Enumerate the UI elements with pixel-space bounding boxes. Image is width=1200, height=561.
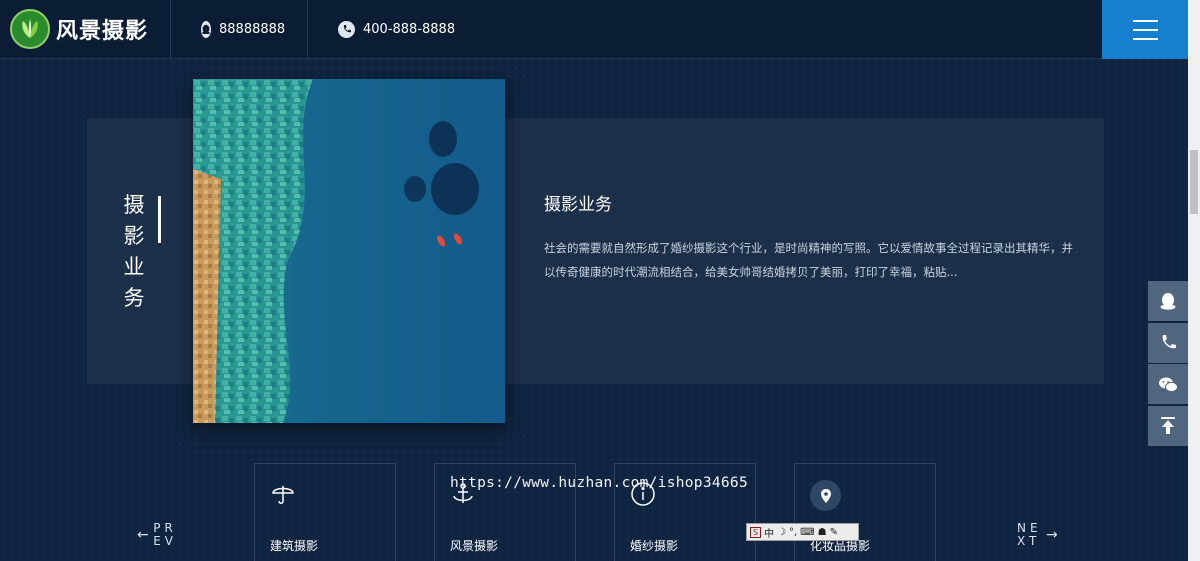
phone-icon: [338, 20, 355, 38]
prev-button[interactable]: ← PR EV: [137, 522, 177, 548]
logo[interactable]: 风景摄影: [0, 0, 171, 58]
service-description: 社会的需要就自然形成了婚纱摄影这个行业，是时尚精神的写照。它以爱情故事全过程记录…: [544, 241, 1073, 279]
umbrella-icon: [269, 480, 297, 508]
brand-name: 风景摄影: [56, 18, 149, 44]
phone-contact[interactable]: 400-888-8888: [308, 0, 479, 58]
wechat-icon: [1159, 377, 1178, 392]
service-title: 摄影业务: [544, 195, 612, 215]
section-vertical-title: 摄影业务: [123, 193, 145, 310]
title-divider: [158, 196, 161, 243]
back-to-top-button[interactable]: [1148, 405, 1188, 446]
leaf-logo-icon: [10, 9, 50, 49]
service-card-architecture[interactable]: 建筑摄影: [254, 463, 396, 561]
ime-toolbar[interactable]: S 中 ☽ °, ⌨ ☗ ✎: [746, 523, 859, 541]
next-button[interactable]: NE XT →: [1017, 522, 1058, 548]
qq-number: 88888888: [219, 21, 286, 37]
page-scrollbar[interactable]: [1188, 0, 1200, 561]
wrench-icon[interactable]: ✎: [830, 527, 838, 538]
hamburger-menu-icon-line: [1132, 37, 1158, 40]
service-card-cosmetics[interactable]: 化妆品摄影: [794, 463, 936, 561]
qq-button[interactable]: [1148, 281, 1188, 321]
service-card-landscape[interactable]: 风景摄影: [434, 463, 576, 561]
back-to-top-icon: [1161, 416, 1175, 434]
punctuation-icon[interactable]: °,: [789, 527, 797, 538]
prev-label-bottom: EV: [153, 534, 177, 548]
site-header: 风景摄影 88888888 400-888-8888: [0, 0, 1188, 59]
phone-icon: [1162, 334, 1176, 348]
arrow-right-icon: →: [1041, 526, 1058, 543]
wechat-button[interactable]: [1148, 364, 1188, 404]
hamburger-menu-button[interactable]: [1102, 0, 1188, 59]
service-card-wedding[interactable]: 婚纱摄影: [614, 463, 756, 561]
user-icon[interactable]: ☗: [818, 527, 827, 538]
keyboard-icon[interactable]: ⌨: [800, 527, 814, 538]
floating-contact-bar: [1148, 281, 1188, 447]
location-pin-icon: [810, 480, 841, 511]
service-label: 风景摄影: [450, 539, 499, 553]
qq-icon: [201, 20, 211, 38]
arrow-left-icon: ←: [137, 526, 154, 543]
ime-logo-icon: S: [750, 526, 761, 538]
moon-icon[interactable]: ☽: [777, 527, 786, 538]
hamburger-menu-icon-line: [1132, 28, 1158, 31]
service-label: 建筑摄影: [270, 539, 319, 553]
scrollbar-thumb[interactable]: [1190, 150, 1198, 214]
next-label-bottom: XT: [1017, 534, 1041, 548]
ime-mode[interactable]: 中: [764, 525, 774, 540]
anchor-icon: [449, 480, 477, 508]
qq-contact[interactable]: 88888888: [171, 0, 308, 58]
hamburger-menu-icon-line: [1132, 19, 1158, 22]
phone-button[interactable]: [1148, 322, 1188, 363]
phone-number: 400-888-8888: [363, 21, 456, 37]
aerial-sea-photo: [193, 79, 505, 423]
info-circle-icon: [629, 480, 657, 508]
service-label: 婚纱摄影: [630, 539, 679, 553]
qq-icon: [1160, 292, 1176, 310]
